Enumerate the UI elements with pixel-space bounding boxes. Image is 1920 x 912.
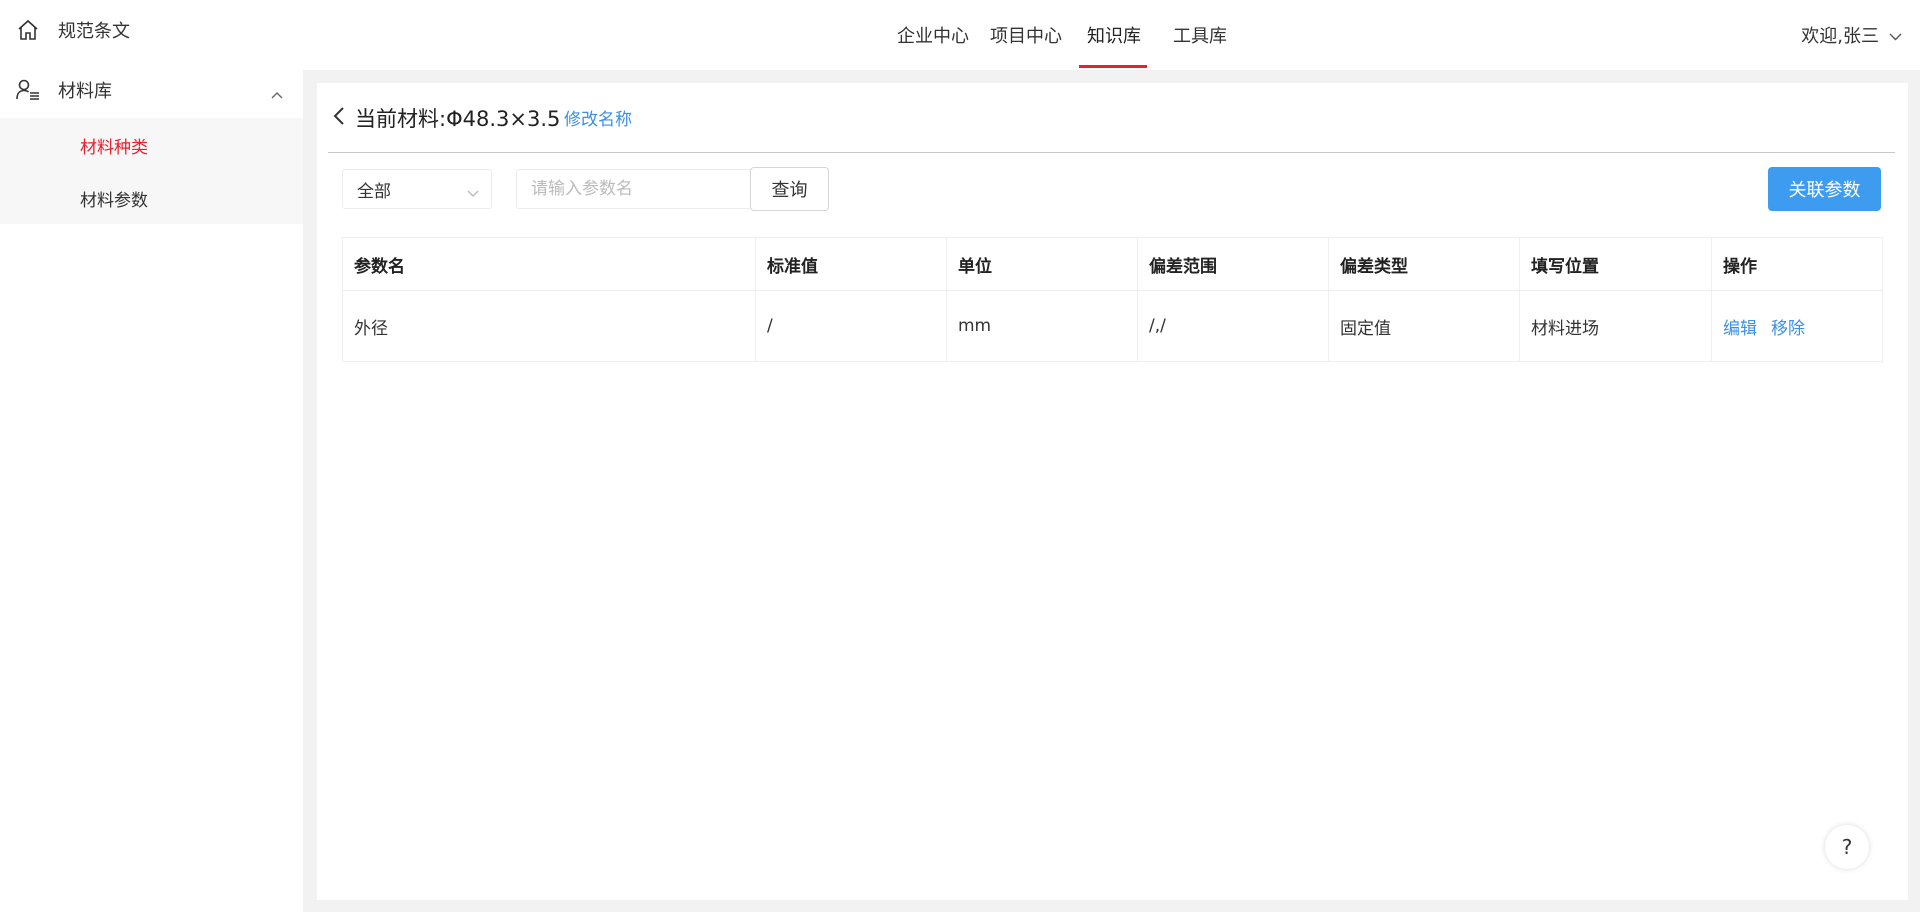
sidebar-submenu: 材料种类 材料参数 xyxy=(0,118,303,224)
user-menu[interactable]: 欢迎,张三 xyxy=(1801,0,1902,70)
param-search-input[interactable] xyxy=(516,169,750,209)
select-value: 全部 xyxy=(357,181,391,202)
sidebar-item-material-library[interactable]: 材料库 xyxy=(0,68,303,112)
sidebar-item-regulations[interactable]: 规范条文 xyxy=(0,8,303,52)
nav-enterprise-center[interactable]: 企业中心 xyxy=(897,0,969,70)
cell-fill-position: 材料进场 xyxy=(1519,290,1712,362)
cell-actions: 编辑 移除 xyxy=(1711,290,1883,362)
link-params-button[interactable]: 关联参数 xyxy=(1768,167,1881,211)
params-table: 参数名 标准值 单位 偏差范围 偏差类型 填写位置 操作 外径 / mm /,/… xyxy=(342,237,1883,362)
welcome-text: 欢迎,张三 xyxy=(1801,26,1879,47)
col-header-deviation-type: 偏差类型 xyxy=(1328,237,1520,291)
sidebar: 规范条文 材料库 材料种类 材料参数 xyxy=(0,0,303,912)
cell-unit: mm xyxy=(946,290,1138,362)
rename-link[interactable]: 修改名称 xyxy=(564,105,632,130)
nav-knowledge-base[interactable]: 知识库 xyxy=(1087,0,1141,70)
chevron-down-icon xyxy=(467,183,479,203)
chevron-up-icon xyxy=(271,84,283,104)
chevron-left-icon xyxy=(333,106,345,131)
sidebar-subitem-material-params[interactable]: 材料参数 xyxy=(80,186,148,211)
chevron-down-icon xyxy=(1889,25,1902,46)
col-header-fill-position: 填写位置 xyxy=(1519,237,1712,291)
back-button[interactable] xyxy=(333,104,345,132)
cell-standard: / xyxy=(755,290,947,362)
divider xyxy=(328,152,1895,153)
page-title: 当前材料:Φ48.3×3.5 xyxy=(355,107,561,131)
query-button[interactable]: 查询 xyxy=(750,167,829,211)
cell-deviation-range: /,/ xyxy=(1137,290,1329,362)
active-nav-indicator xyxy=(1079,65,1147,68)
sidebar-item-label: 规范条文 xyxy=(58,21,130,42)
col-header-unit: 单位 xyxy=(946,237,1138,291)
nav-tool-library[interactable]: 工具库 xyxy=(1173,0,1227,70)
help-button[interactable]: ? xyxy=(1825,825,1869,869)
col-header-actions: 操作 xyxy=(1711,237,1883,291)
nav-project-center[interactable]: 项目中心 xyxy=(990,0,1062,70)
category-select[interactable]: 全部 xyxy=(342,169,492,209)
table-header-row: 参数名 标准值 单位 偏差范围 偏差类型 填写位置 操作 xyxy=(342,237,1883,291)
sidebar-item-label: 材料库 xyxy=(58,81,112,102)
user-list-icon xyxy=(14,76,42,104)
cell-param-name: 外径 xyxy=(342,290,756,362)
remove-link[interactable]: 移除 xyxy=(1771,319,1805,339)
col-header-deviation-range: 偏差范围 xyxy=(1137,237,1329,291)
table-row: 外径 / mm /,/ 固定值 材料进场 编辑 移除 xyxy=(342,290,1883,362)
cell-deviation-type: 固定值 xyxy=(1328,290,1520,362)
col-header-param-name: 参数名 xyxy=(342,237,756,291)
edit-link[interactable]: 编辑 xyxy=(1723,319,1757,339)
home-icon xyxy=(14,16,42,44)
col-header-standard: 标准值 xyxy=(755,237,947,291)
sidebar-subitem-material-types[interactable]: 材料种类 xyxy=(80,133,148,158)
